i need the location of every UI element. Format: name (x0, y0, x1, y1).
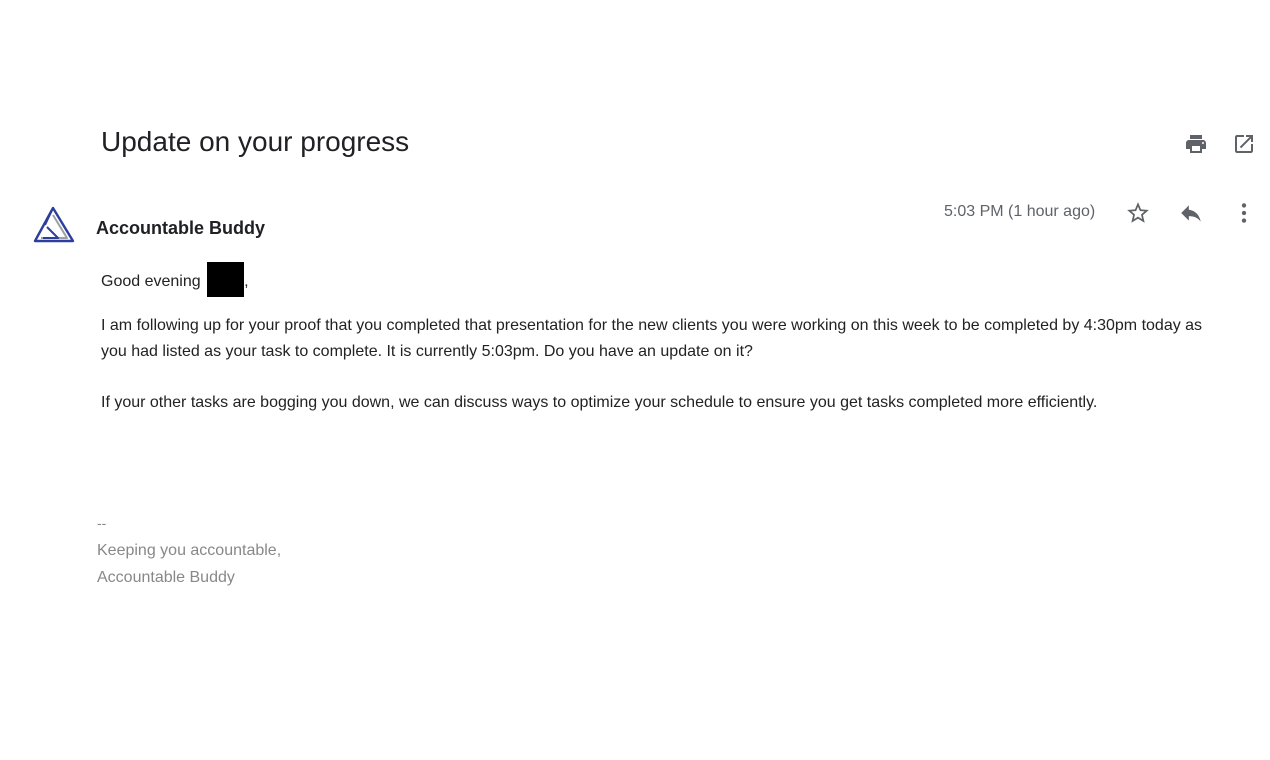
greeting-punctuation: , (244, 273, 249, 290)
more-vertical-icon[interactable] (1231, 200, 1257, 226)
sender-avatar-logo (32, 205, 76, 245)
email-timestamp: 5:03 PM (1 hour ago) (944, 203, 1096, 220)
star-icon[interactable] (1125, 200, 1151, 226)
print-icon[interactable] (1184, 132, 1208, 156)
sender-name: Accountable Buddy (96, 218, 266, 238)
redacted-name-block (207, 262, 245, 297)
open-in-new-window-icon[interactable] (1232, 132, 1256, 156)
reply-icon[interactable] (1178, 200, 1204, 226)
email-paragraph: If your other tasks are bogging you down… (101, 394, 1098, 411)
signature-line: Keeping you accountable, (97, 542, 282, 559)
email-paragraph: I am following up for your proof that yo… (101, 317, 1203, 360)
signature-line: Accountable Buddy (97, 569, 235, 586)
greeting-text: Good evening (101, 273, 201, 290)
signature-separator: -- (97, 515, 107, 531)
email-greeting: Good evening , (101, 262, 1231, 297)
email-subject: Update on your progress (101, 126, 410, 157)
